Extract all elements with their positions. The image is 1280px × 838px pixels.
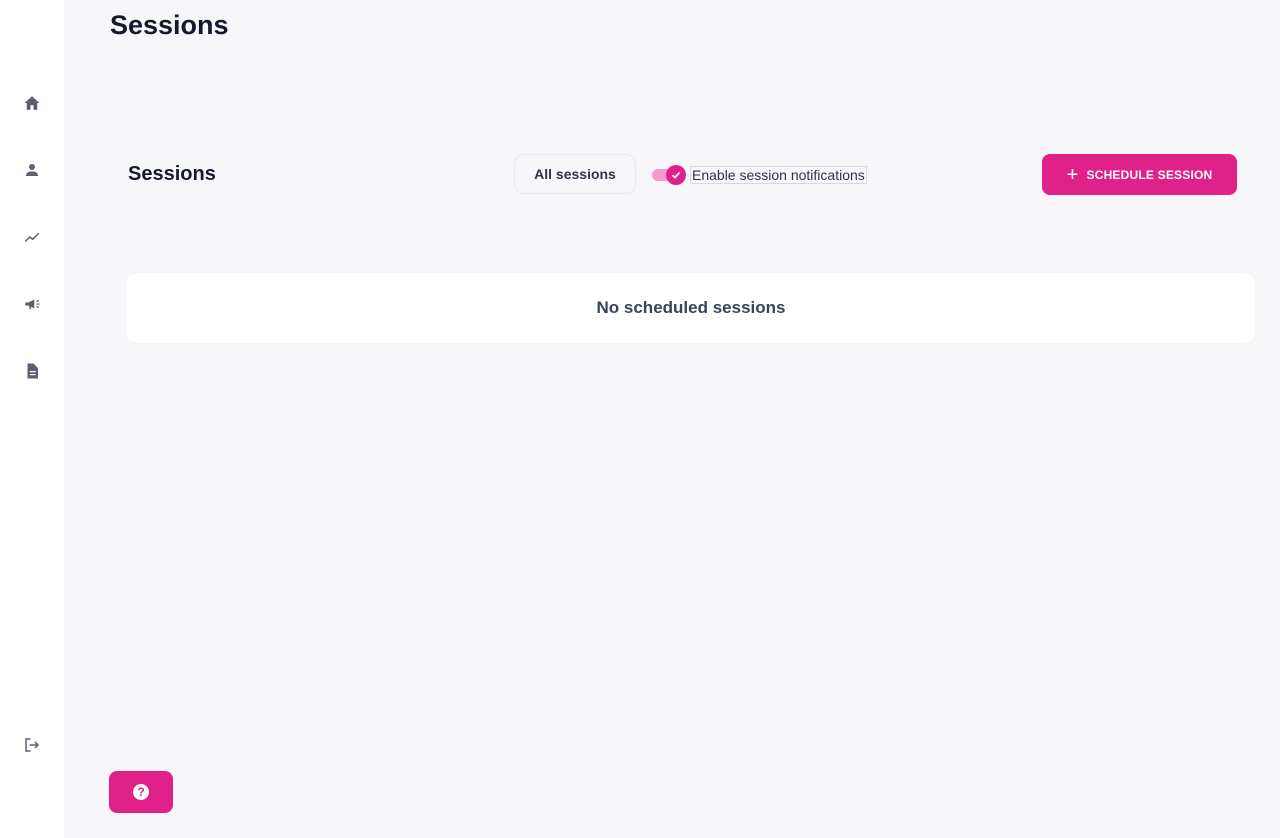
empty-state-card: No scheduled sessions xyxy=(127,273,1255,343)
plus-icon: + xyxy=(1066,163,1079,186)
help-button[interactable]: ? xyxy=(109,771,173,813)
logout-icon[interactable] xyxy=(20,733,44,757)
megaphone-icon[interactable] xyxy=(20,292,44,316)
empty-state-message: No scheduled sessions xyxy=(596,298,786,317)
trend-line-icon[interactable] xyxy=(20,225,44,249)
checkmark-icon xyxy=(671,171,681,179)
schedule-session-label: SCHEDULE SESSION xyxy=(1086,167,1213,182)
main-content: Sessions Sessions All sessions Enable se… xyxy=(64,0,1280,838)
document-icon[interactable] xyxy=(20,359,44,383)
help-icon: ? xyxy=(133,784,149,800)
toggle-knob[interactable] xyxy=(666,165,686,185)
schedule-session-button[interactable]: + SCHEDULE SESSION xyxy=(1042,154,1237,195)
home-icon[interactable] xyxy=(20,91,44,115)
page-title: Sessions xyxy=(110,10,229,40)
session-notifications-toggle[interactable]: Enable session notifications xyxy=(652,164,867,186)
all-sessions-filter-button[interactable]: All sessions xyxy=(514,154,636,194)
sidebar xyxy=(0,0,64,838)
sessions-heading: Sessions xyxy=(128,163,216,185)
person-icon[interactable] xyxy=(20,158,44,182)
toggle-track[interactable] xyxy=(652,165,686,185)
toggle-label: Enable session notifications xyxy=(690,166,867,184)
